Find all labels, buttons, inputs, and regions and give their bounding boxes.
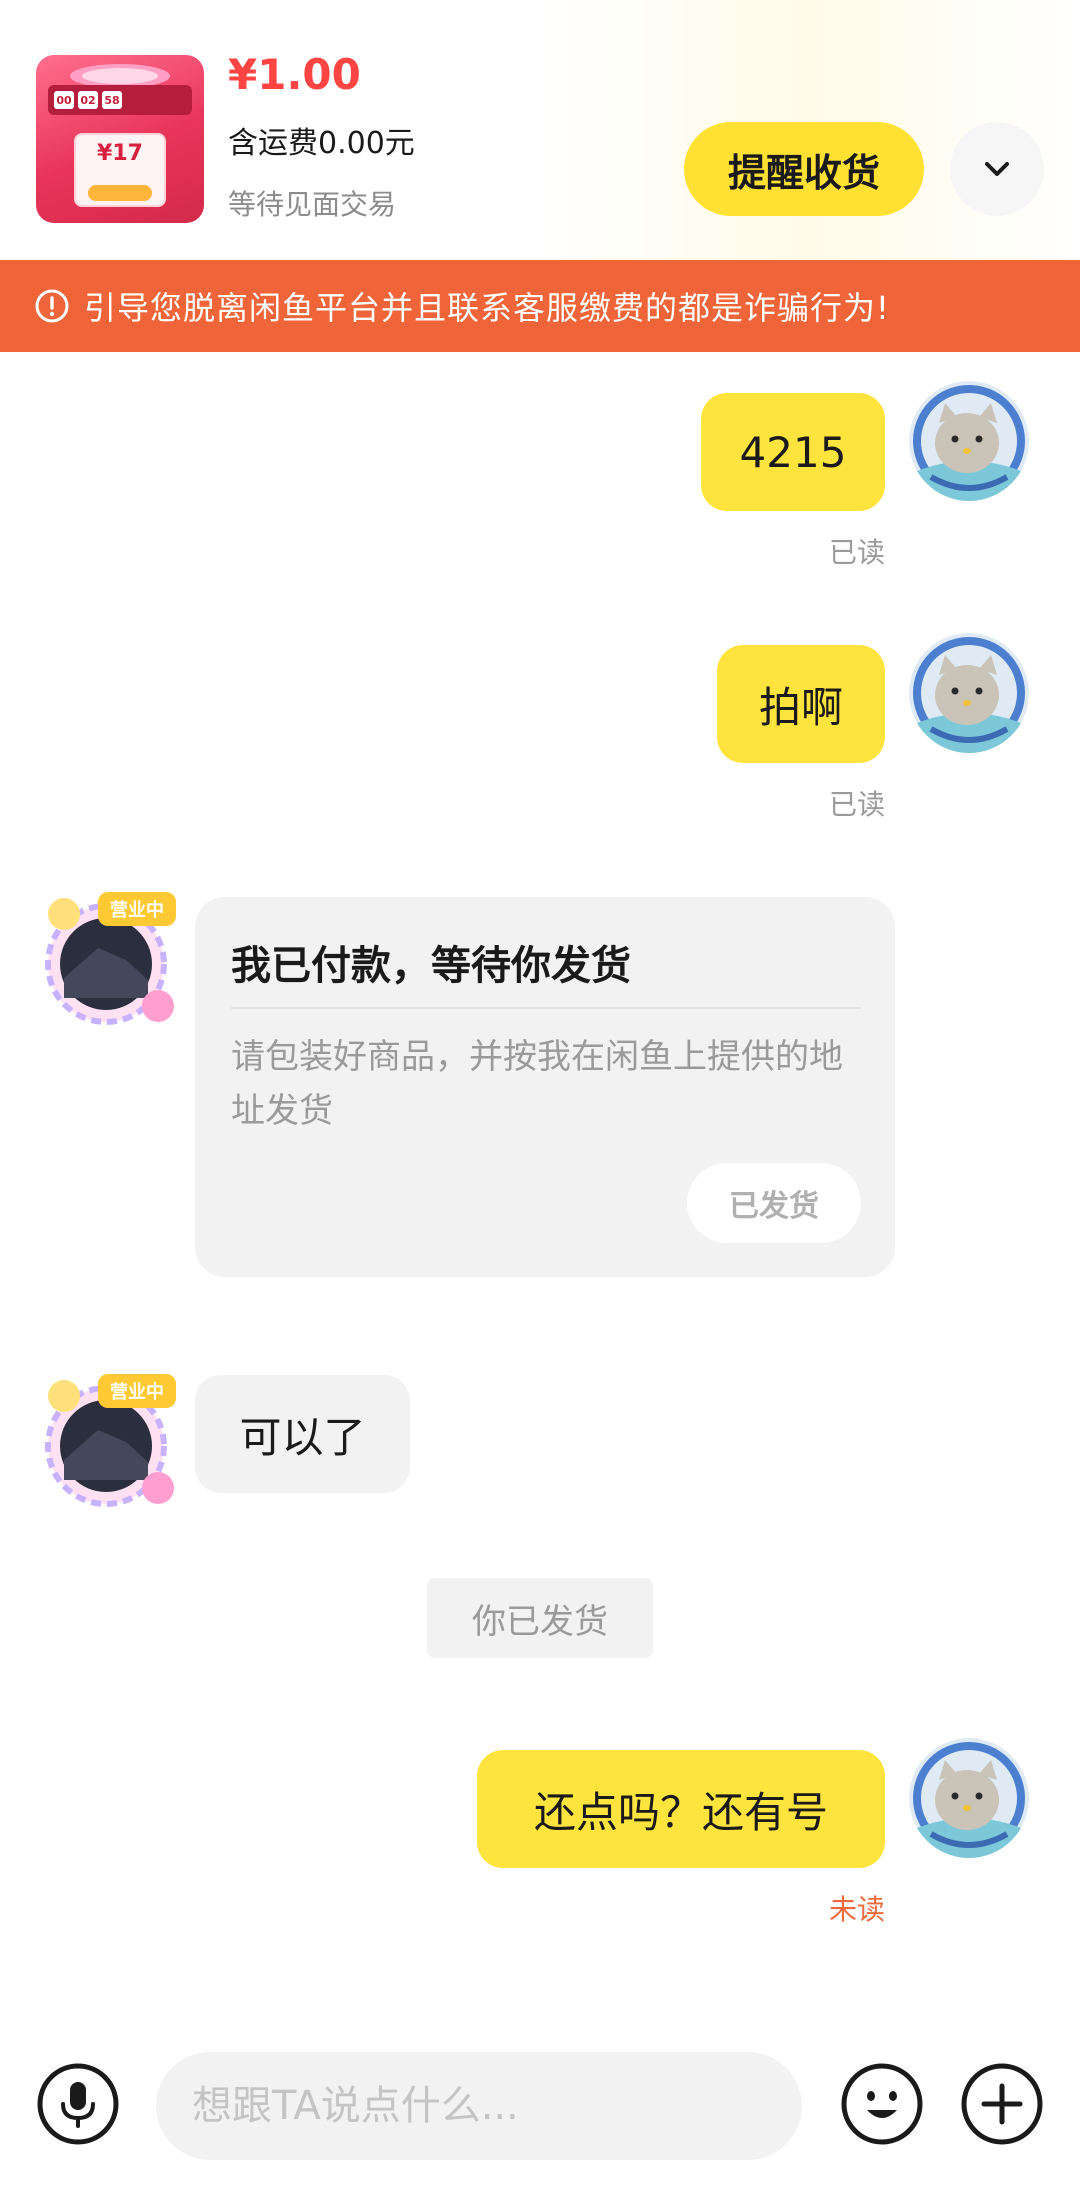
alert-circle-icon <box>35 289 69 323</box>
open-badge-text: 营业中 <box>110 899 164 921</box>
emoji-icon[interactable] <box>840 2062 924 2146</box>
order-status: 等待见面交易 <box>228 188 397 221</box>
system-message: 你已发货 <box>427 1578 653 1658</box>
seller-avatar[interactable]: 营业中 <box>40 1370 180 1510</box>
countdown-timer: 00 02 58 <box>48 85 192 115</box>
my-avatar[interactable] <box>909 381 1029 501</box>
message-input[interactable] <box>156 2052 802 2160</box>
card-title: 我已付款，等待你发货 <box>231 943 631 989</box>
warning-text: 引导您脱离闲鱼平台并且联系客服缴费的都是诈骗行为! <box>84 289 890 327</box>
open-badge-text: 营业中 <box>110 1381 164 1403</box>
shipping-fee: 含运费0.00元 <box>228 126 415 161</box>
my-avatar[interactable] <box>909 1738 1029 1858</box>
my-avatar[interactable] <box>909 633 1029 753</box>
product-price: ¥1.00 <box>228 50 361 99</box>
card-body: 请包装好商品，并按我在闲鱼上提供的地址发货 <box>231 1037 843 1131</box>
input-bar <box>0 2030 1080 2197</box>
plus-icon[interactable] <box>960 2062 1044 2146</box>
other-message-bubble[interactable]: 可以了 <box>195 1375 410 1493</box>
product-thumbnail[interactable]: 00 02 58 ¥17 <box>36 55 204 223</box>
chevron-down-icon <box>985 162 1009 176</box>
order-header: 00 02 58 ¥17 ¥1.00 含运费0.00元 等待见面交易 提醒收货 <box>0 0 1080 260</box>
timer-hours: 00 <box>54 91 74 109</box>
expand-button[interactable] <box>950 122 1044 216</box>
read-status: 已读 <box>828 788 885 821</box>
my-message-bubble[interactable]: 还点吗？还有号 <box>477 1750 885 1868</box>
remind-receipt-button[interactable]: 提醒收货 <box>684 122 924 216</box>
coupon-price: ¥17 <box>97 141 143 166</box>
seller-avatar[interactable]: 营业中 <box>40 888 180 1028</box>
timer-minutes: 02 <box>78 91 98 109</box>
my-message-bubble[interactable]: 拍啊 <box>717 645 885 763</box>
card-divider <box>231 1007 861 1009</box>
fraud-warning-banner: 引导您脱离闲鱼平台并且联系客服缴费的都是诈骗行为! <box>0 260 1080 352</box>
chat-screen: 00 02 58 ¥17 ¥1.00 含运费0.00元 等待见面交易 提醒收货 … <box>0 0 1080 2197</box>
coupon-card: ¥17 <box>74 133 166 207</box>
read-status: 已读 <box>828 536 885 569</box>
shipped-button[interactable]: 已发货 <box>687 1163 861 1243</box>
my-message-bubble[interactable]: 4215 <box>701 393 885 511</box>
unread-status: 未读 <box>828 1893 885 1926</box>
payment-card[interactable]: 我已付款，等待你发货 请包装好商品，并按我在闲鱼上提供的地址发货 已发货 <box>195 897 895 1277</box>
coupon-use-button <box>88 185 152 201</box>
microphone-icon[interactable] <box>36 2062 120 2146</box>
timer-seconds: 58 <box>102 91 122 109</box>
